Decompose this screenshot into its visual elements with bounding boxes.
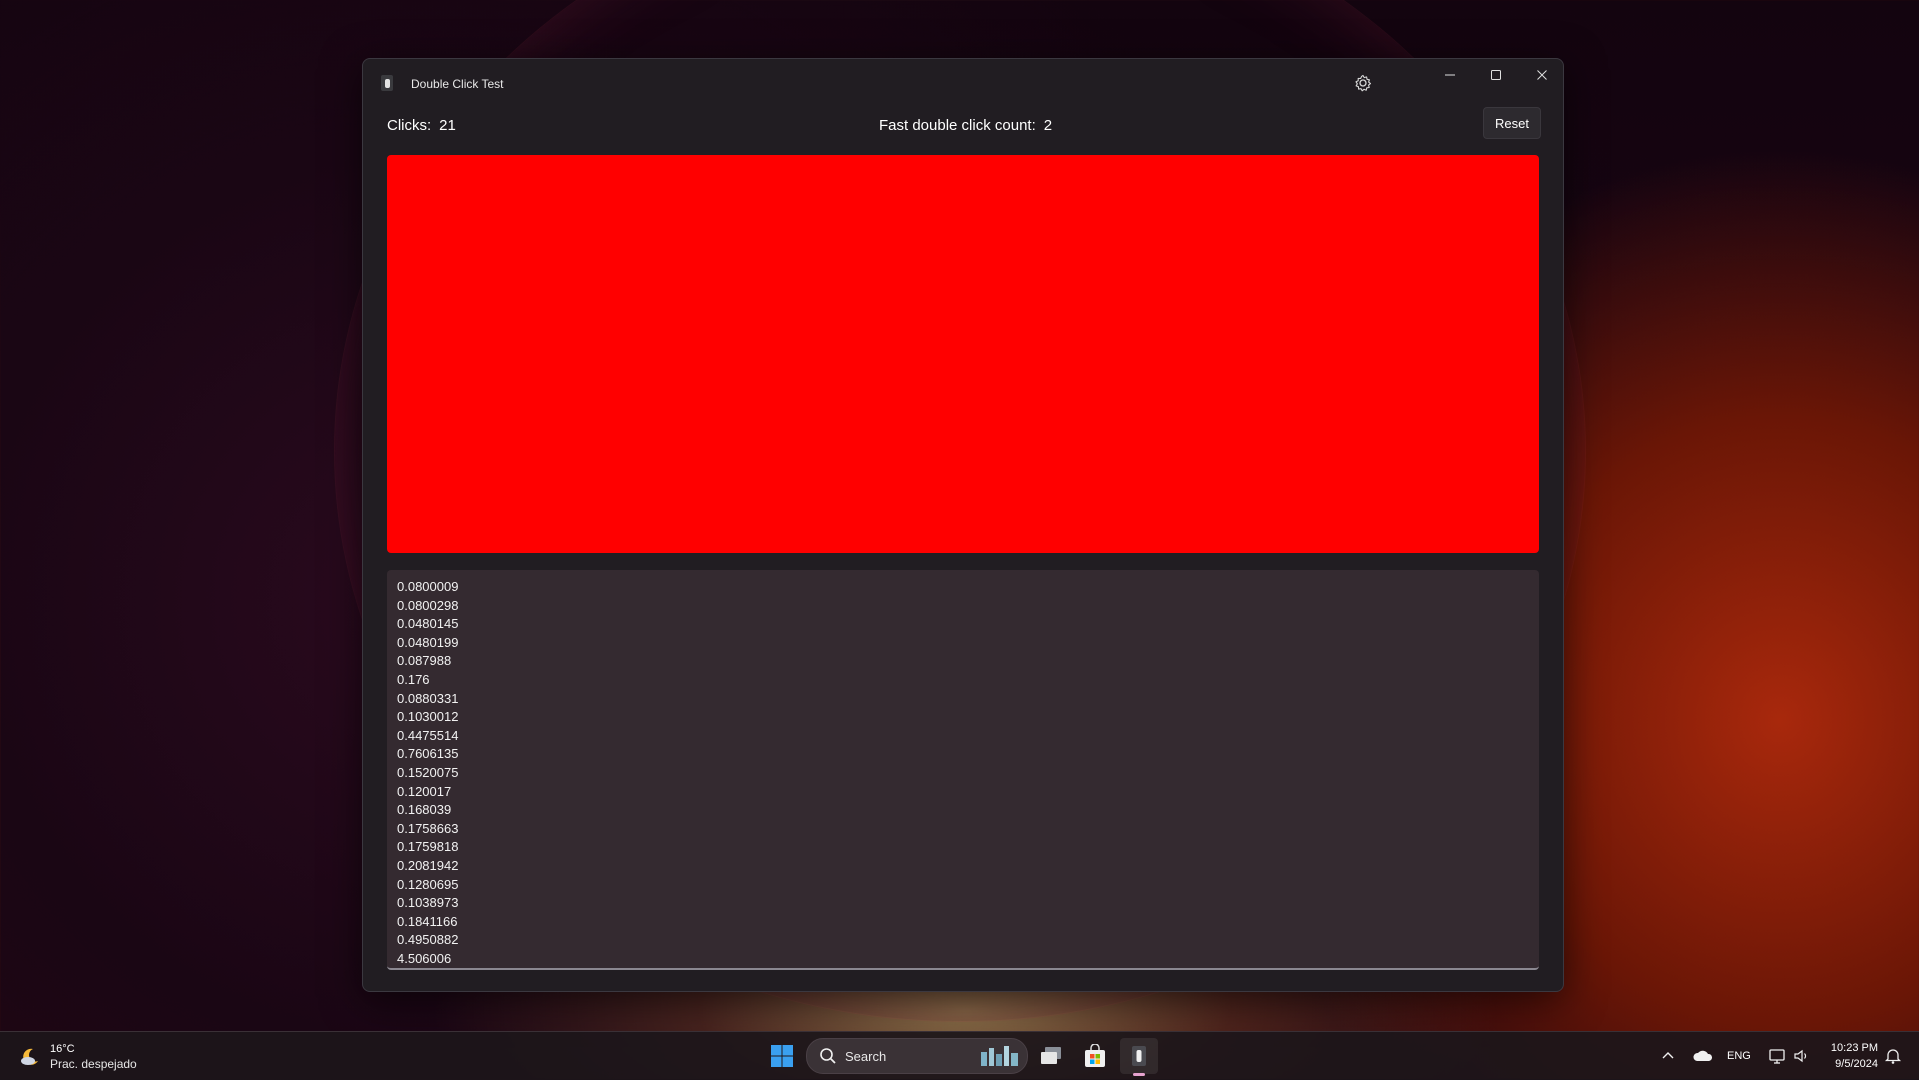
log-entry: 0.1038973 [397,895,459,911]
click-test-area[interactable] [387,155,1539,553]
close-button[interactable] [1519,59,1565,91]
log-entry: 0.0480145 [397,616,459,632]
log-entry: 0.176 [397,671,430,687]
microsoft-store-button[interactable] [1076,1038,1114,1074]
log-entry: 0.168039 [397,802,452,818]
log-entry: 0.4950882 [397,932,459,948]
search-highlight-icon [981,1046,1018,1066]
fast-double-click-label: Fast double click count: [879,117,1036,134]
close-icon [1537,70,1547,80]
onedrive-icon[interactable] [1692,1048,1714,1064]
weather-widget[interactable]: 16°C Prac. despejado [18,1041,148,1073]
window-title: Double Click Test [411,77,504,91]
task-view-button[interactable] [1032,1038,1070,1074]
clock-time[interactable]: 10:23 PM [1822,1042,1878,1054]
notification-icon[interactable] [1884,1047,1902,1065]
taskbar: 16°C Prac. despejado Search ENG 10:23 PM… [0,1031,1919,1080]
log-entry: 0.1030012 [397,709,459,725]
interval-list: 0.0800009 0.0800298 0.0480145 0.0480199 0.08… [387,570,1539,968]
clicks-counter: Clicks: 21 [387,117,456,134]
log-entry: 0.0880331 [397,690,459,706]
weather-condition: Prac. despejado [50,1057,137,1071]
reset-button[interactable]: Reset [1483,107,1541,139]
search-label: Search [845,1049,887,1064]
clicks-value: 21 [439,117,456,134]
gear-icon[interactable] [1353,73,1373,93]
log-entry: 0.1758663 [397,820,459,836]
minimize-button[interactable] [1427,59,1473,91]
clock-date[interactable]: 9/5/2024 [1822,1058,1878,1070]
log-entry: 0.087988 [397,653,452,669]
log-entry: 0.1520075 [397,764,459,780]
log-entry: 0.2081942 [397,857,459,873]
click-interval-log[interactable]: 0.0800009 0.0800298 0.0480145 0.0480199 0.08… [387,570,1539,970]
store-icon [1085,1044,1105,1067]
log-entry: 0.0480199 [397,634,459,650]
log-entry: 0.4475514 [397,727,459,743]
maximize-button[interactable] [1473,59,1519,91]
windows-start-icon [771,1045,793,1067]
double-click-test-taskbar-button[interactable] [1120,1038,1158,1074]
maximize-icon [1491,70,1501,80]
log-entry: 0.120017 [397,783,452,799]
log-entry: 0.1759818 [397,839,459,855]
minimize-icon [1445,74,1455,76]
taskbar-search[interactable]: Search [806,1038,1028,1074]
active-app-indicator [1133,1073,1145,1076]
weather-icon [21,1048,38,1065]
log-entry: 0.0800009 [397,579,459,594]
weather-temperature: 16°C [50,1043,75,1055]
app-window: Double Click Test Clicks: 21 Fast double … [362,58,1564,992]
log-entry: 0.1280695 [397,876,459,892]
volume-icon[interactable] [1792,1047,1810,1065]
network-icon[interactable] [1768,1047,1786,1065]
search-icon [820,1048,836,1064]
log-entry: 0.0800298 [397,597,459,613]
log-entry: 0.1841166 [397,913,458,929]
fast-double-click-counter: Fast double click count: 2 [879,117,1052,134]
title-bar[interactable]: Double Click Test [363,59,1563,107]
app-icon [1132,1046,1146,1066]
fast-double-click-value: 2 [1043,117,1053,134]
log-entry: 4.506006 [397,950,452,966]
log-entry: 0.7606135 [397,746,459,762]
app-icon [381,75,393,91]
language-indicator[interactable]: ENG [1727,1050,1751,1062]
task-view-icon [1041,1047,1061,1064]
start-button[interactable] [763,1038,801,1074]
clicks-label: Clicks: [387,117,432,134]
tray-chevron-icon[interactable] [1660,1048,1676,1064]
